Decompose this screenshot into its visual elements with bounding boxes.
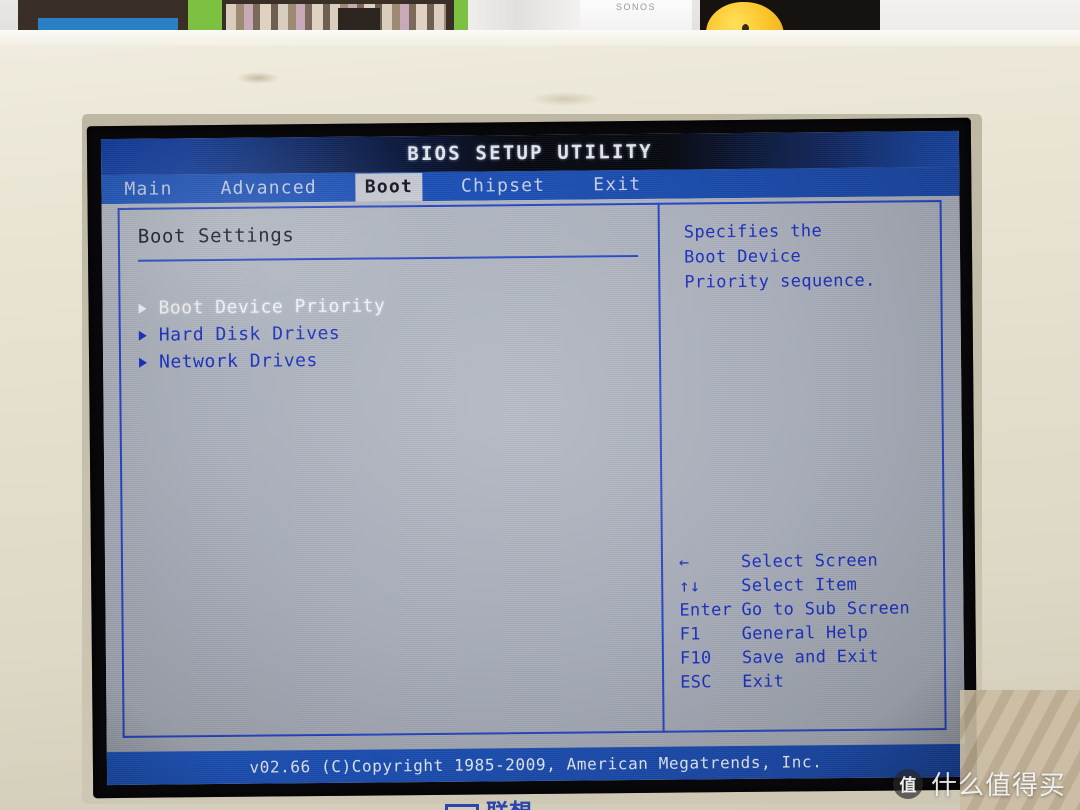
key-legend-desc: Save and Exit [741,646,879,668]
menu-item-boot-device-priority[interactable]: Boot Device Priority [138,293,656,319]
monitor-top-highlight [0,30,1080,46]
submenu-arrow-icon [138,330,147,341]
brand-text-stack: 联想 LEGEND [486,802,539,810]
key-legend-key: F1 [679,624,701,645]
key-legend: ← Select Screen ↑↓ Select Item Enter Go … [665,548,965,695]
section-underline [138,254,639,262]
section-title: Boot Settings [137,224,295,248]
help-text-line: Specifies the [683,221,823,243]
key-legend-row: F1 General Help [680,620,965,647]
key-legend-row: Enter Go to Sub Screen [679,596,965,623]
up-down-arrow-icon: ↑↓ [679,576,701,597]
key-legend-key: Enter [679,600,733,621]
bezel-smudge-1 [236,72,280,84]
version-status-bar: v02.66 (C)Copyright 1985-2009, American … [106,743,966,786]
key-legend-row: F10 Save and Exit [680,644,965,671]
crt-screen-frame: BIOS SETUP UTILITY Main Advanced Boot Ch… [86,117,978,799]
tab-exit[interactable]: Exit [584,170,650,199]
watermark: 值 什么值得买 [892,765,1066,802]
boot-settings-pane: Boot Settings Boot Device Priority Hard … [120,205,661,736]
speaker-brand-label: SONOS [615,2,656,12]
bios-screen: BIOS SETUP UTILITY Main Advanced Boot Ch… [100,130,966,786]
menu-item-network-drives[interactable]: Network Drives [139,347,657,373]
version-text: v02.66 (C)Copyright 1985-2009, American … [249,752,823,777]
menu-item-hard-disk-drives[interactable]: Hard Disk Drives [138,320,657,346]
key-legend-desc: General Help [741,622,869,644]
key-legend-row: ← Select Screen [679,548,965,575]
left-arrow-icon: ← [678,552,690,573]
watermark-text: 什么值得买 [930,771,1066,801]
key-legend-desc: Exit [742,671,785,692]
menu-item-label: Boot Device Priority [158,295,386,319]
help-text-line: Priority sequence. [684,270,876,293]
help-text-line: Boot Device [683,246,802,268]
key-legend-row: ↑↓ Select Item [679,572,965,599]
bezel-smudge-2 [530,92,600,106]
key-legend-desc: Select Item [741,574,858,596]
legend-logo-mark: b [445,803,479,810]
key-legend-key: F10 [679,648,712,669]
monitor-chassis: BIOS SETUP UTILITY Main Advanced Boot Ch… [0,30,1080,810]
brand-name-chinese: 联想 [486,802,532,810]
page-title: BIOS SETUP UTILITY [407,140,653,166]
tab-boot[interactable]: Boot [355,172,423,202]
tab-chipset[interactable]: Chipset [452,171,555,200]
lenovo-legend-logo: b 联想 LEGEND [445,802,539,810]
key-legend-row: ESC Exit [680,668,965,695]
submenu-arrow-icon [138,303,147,314]
content-area: Boot Settings Boot Device Priority Hard … [101,195,965,753]
photograph-of-crt-monitor: SONOS BIOS SETUP UTILITY Main Advanced B… [0,0,1080,810]
tab-advanced[interactable]: Advanced [211,173,326,202]
tab-main[interactable]: Main [115,175,181,204]
submenu-arrow-icon [139,357,148,368]
menu-item-label: Network Drives [158,350,318,373]
key-legend-desc: Go to Sub Screen [741,598,911,620]
key-legend-desc: Select Screen [740,550,879,572]
key-legend-key: ESC [680,672,712,693]
menu-item-label: Hard Disk Drives [158,322,341,346]
watermark-badge-icon: 值 [892,768,923,799]
